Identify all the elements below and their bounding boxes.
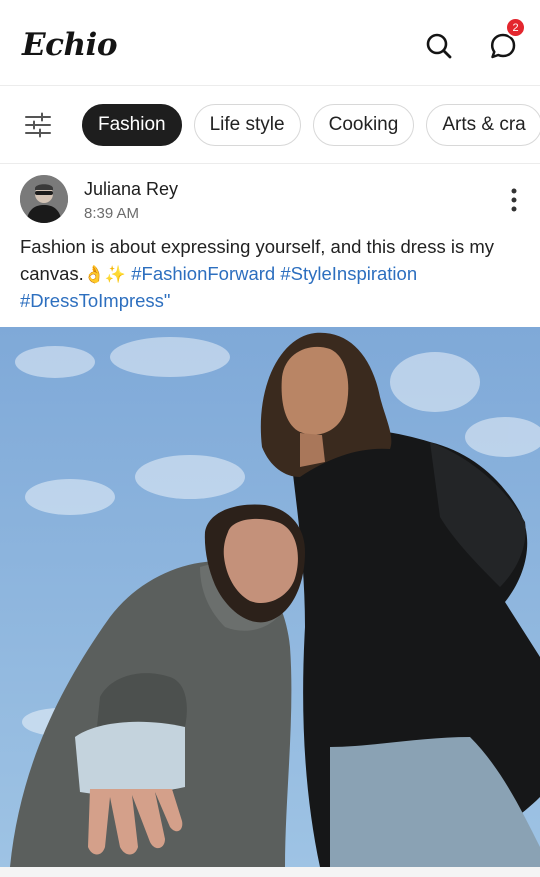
- category-bar: Fashion Life style Cooking Arts & cra: [0, 87, 540, 163]
- search-button[interactable]: [424, 31, 454, 61]
- top-app-bar: Echio 2: [0, 0, 540, 86]
- chip-arts-crafts[interactable]: Arts & cra: [426, 104, 540, 146]
- app-logo[interactable]: Echio: [22, 27, 118, 63]
- hashtag-link[interactable]: #FashionForward: [131, 263, 275, 284]
- messages-button[interactable]: 2: [488, 17, 526, 61]
- author-name[interactable]: Juliana Rey: [84, 179, 178, 200]
- chip-life-style[interactable]: Life style: [193, 104, 301, 146]
- fashion-photo: [0, 327, 540, 867]
- caption-emoji: 👌✨: [83, 264, 127, 284]
- feed-bottom-strip: [0, 867, 540, 877]
- top-actions: 2: [424, 17, 526, 61]
- avatar-image: [20, 175, 68, 223]
- post-meta: Juliana Rey 8:39 AM: [84, 179, 178, 222]
- post-image[interactable]: [0, 327, 540, 867]
- notification-badge: 2: [505, 17, 526, 38]
- post-header: Juliana Rey 8:39 AM: [0, 165, 540, 231]
- author-avatar[interactable]: [20, 175, 68, 223]
- chip-cooking[interactable]: Cooking: [312, 104, 415, 146]
- header-divider: [0, 85, 540, 86]
- sliders-icon: [25, 112, 51, 138]
- chip-fashion[interactable]: Fashion: [82, 104, 182, 146]
- hashtag-link[interactable]: #DressToImpress": [20, 290, 171, 311]
- hashtag-link[interactable]: #StyleInspiration: [280, 263, 417, 284]
- search-icon: [426, 33, 452, 59]
- post-caption: Fashion is about expressing yourself, an…: [20, 234, 525, 315]
- category-chips: Fashion Life style Cooking Arts & cra: [82, 104, 540, 146]
- post-time: 8:39 AM: [84, 205, 140, 222]
- more-vertical-icon: [511, 188, 517, 212]
- chips-divider: [0, 163, 540, 164]
- filter-button[interactable]: [24, 110, 52, 140]
- post-options-button[interactable]: [504, 185, 524, 215]
